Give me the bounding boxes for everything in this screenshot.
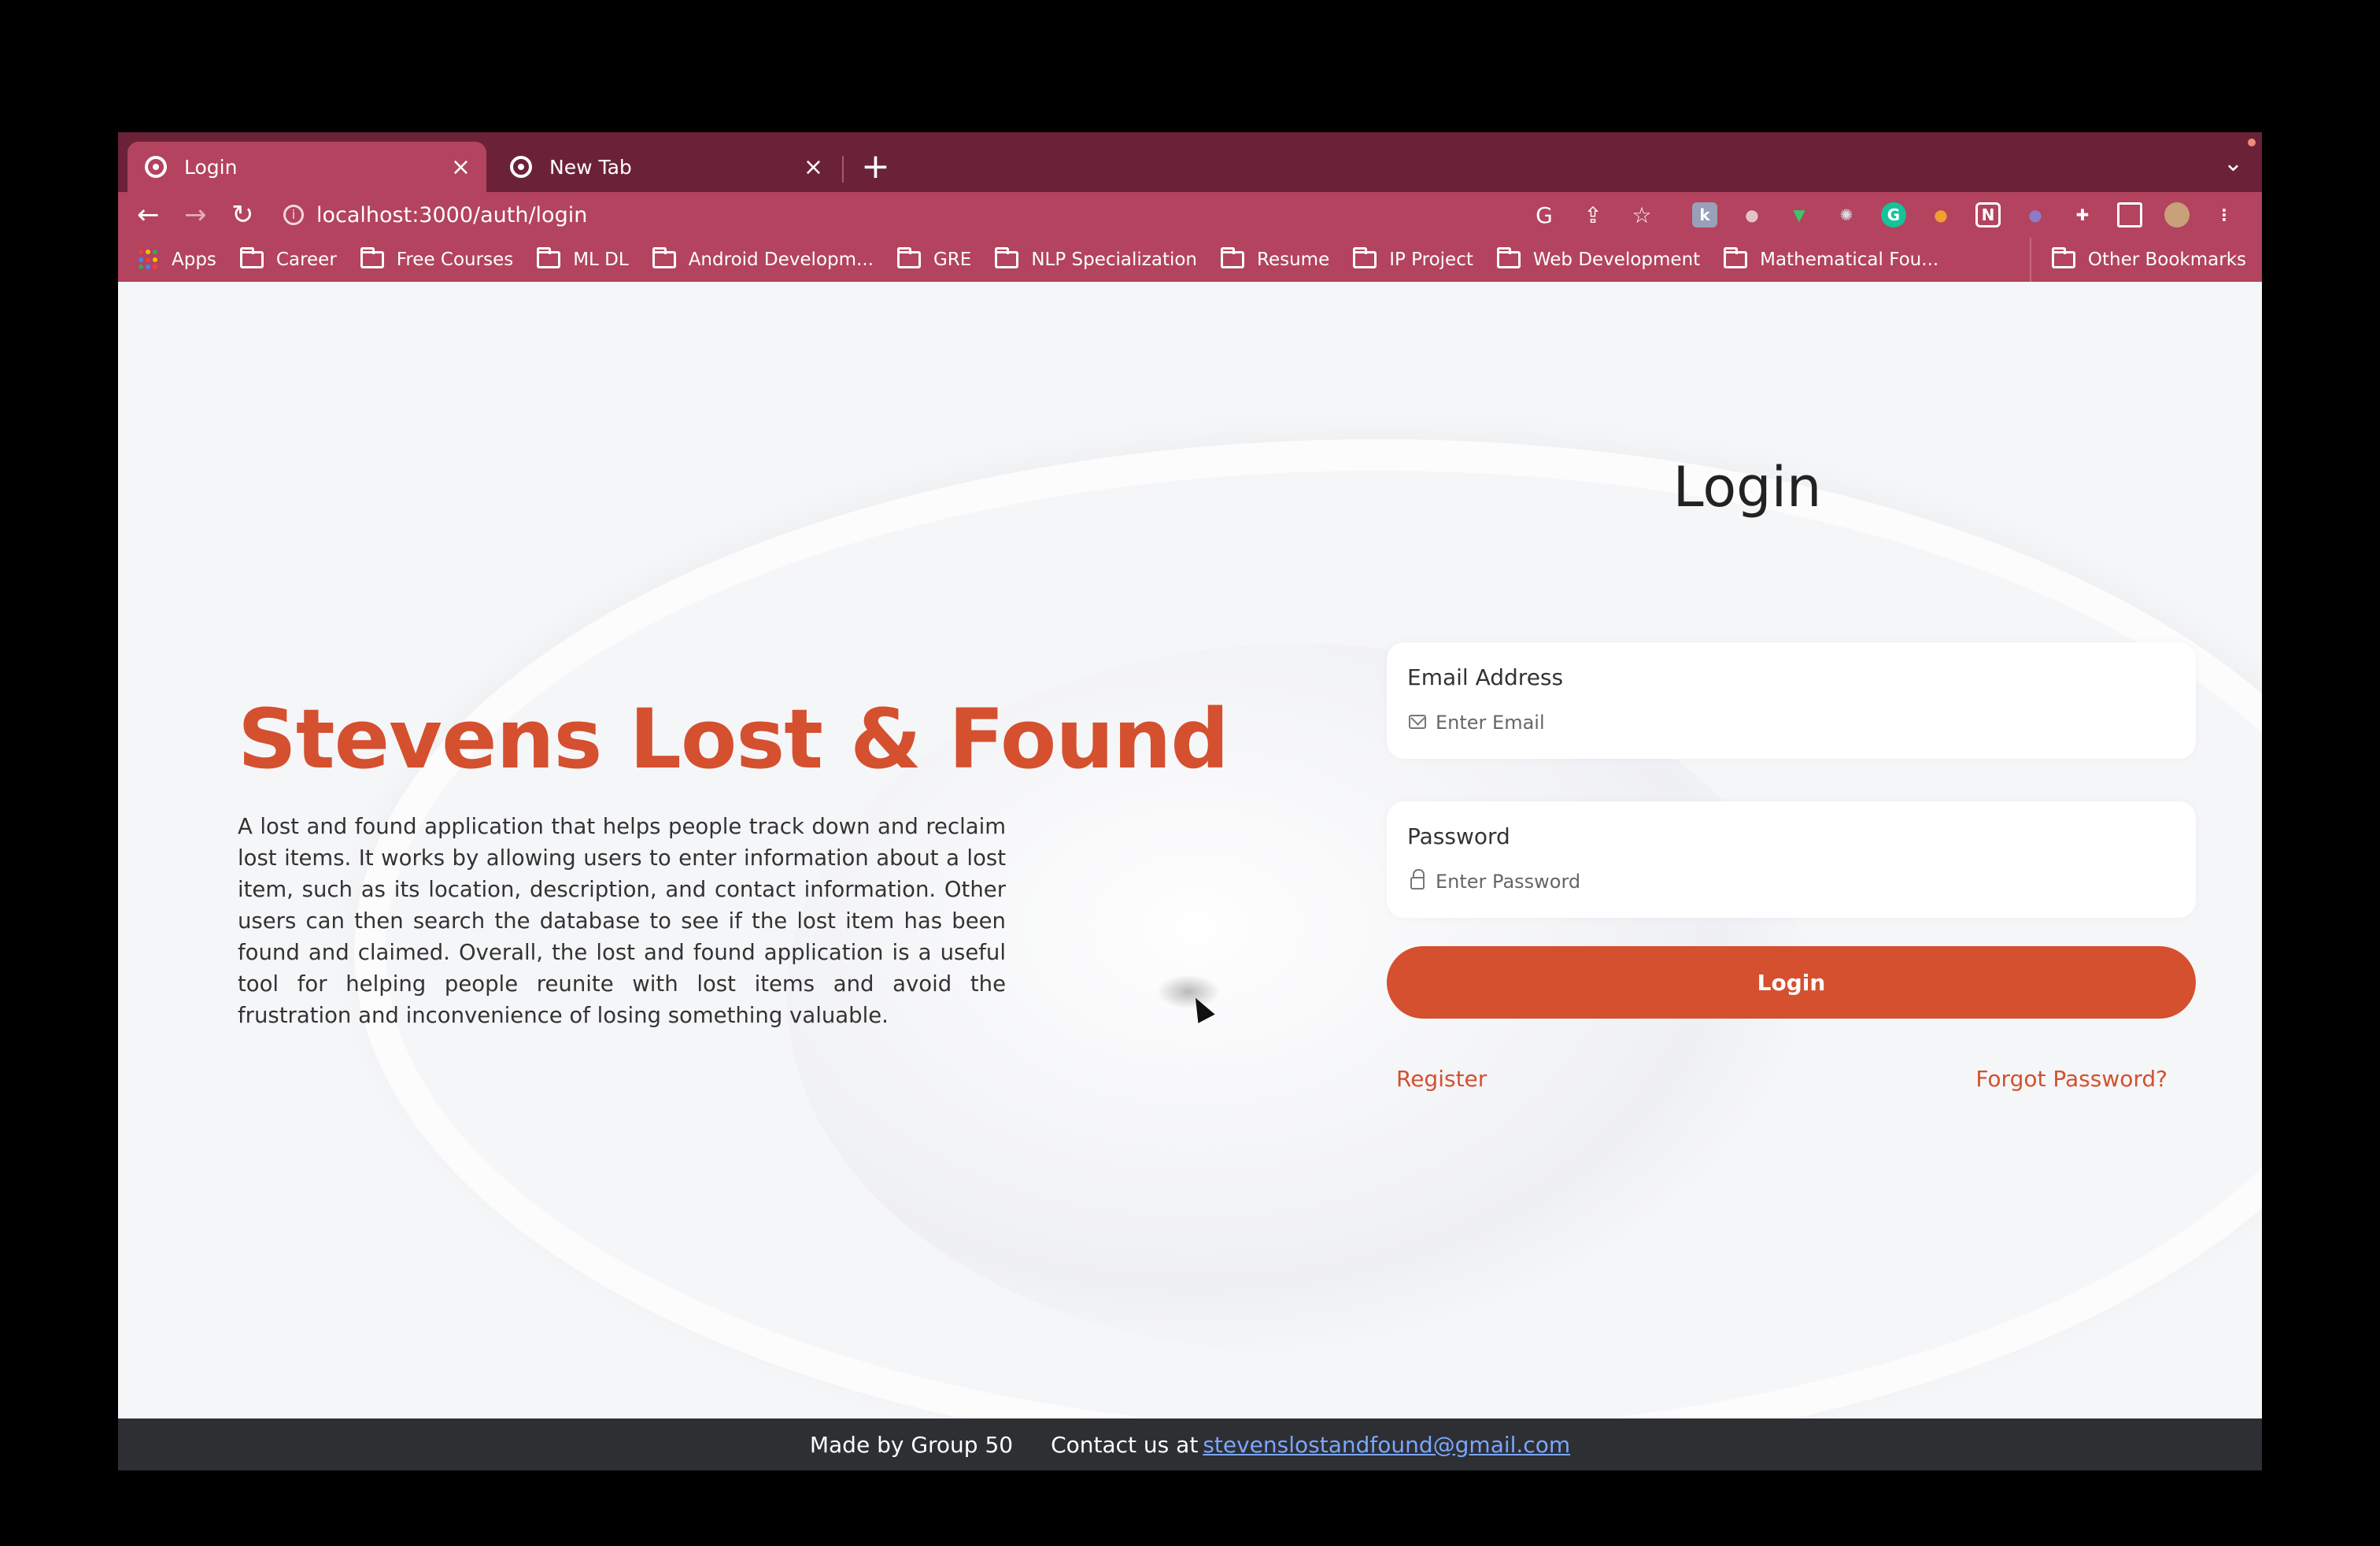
honey-icon[interactable]: ● [1928, 202, 1953, 227]
bookmark-label: Android Developm... [688, 250, 874, 270]
forward-arrow-icon[interactable]: → [184, 198, 207, 231]
bookmark-ml-dl[interactable]: ML DL [537, 247, 629, 270]
other-bookmarks-label: Other Bookmarks [2087, 250, 2246, 270]
bookmark-android[interactable]: Android Developm... [652, 247, 874, 270]
folder-icon [1353, 247, 1377, 268]
bookmark-nlp[interactable]: NLP Specialization [995, 247, 1197, 270]
notion-icon[interactable]: N [1975, 202, 2001, 227]
tab-new-tab[interactable]: New Tab × [493, 142, 839, 192]
footer-email-link[interactable]: stevenslostandfound@gmail.com [1203, 1432, 1570, 1458]
star-bookmark-icon[interactable]: ☆ [1629, 202, 1654, 228]
close-tab-icon[interactable]: × [451, 153, 471, 181]
folder-icon [1724, 247, 1748, 268]
recording-dot-icon [2248, 139, 2256, 146]
url-text[interactable]: localhost:3000/auth/login [316, 203, 587, 227]
other-bookmarks[interactable]: Other Bookmarks [2029, 238, 2246, 282]
puzzle-extensions-icon[interactable]: ✚ [2070, 202, 2095, 227]
lock-icon [1410, 869, 1425, 890]
extensions-bar: k ● ▼ ✺ G ● N ● ✚ ⋮ [1692, 197, 2237, 233]
bookmark-ip-project[interactable]: IP Project [1353, 247, 1473, 270]
bookmark-career[interactable]: Career [239, 247, 337, 270]
bookmark-label: ML DL [573, 250, 629, 270]
email-input[interactable] [1436, 707, 2144, 738]
dark-extension-icon[interactable]: ● [2023, 202, 2048, 227]
bookmark-free-courses[interactable]: Free Courses [360, 247, 514, 270]
bookmark-label: NLP Specialization [1031, 250, 1197, 270]
bookmark-label: Free Courses [396, 250, 514, 270]
share-icon[interactable]: ⇪ [1580, 202, 1606, 228]
bookmark-label: IP Project [1389, 250, 1473, 270]
footer-contact-prefix: Contact us at [1051, 1431, 1199, 1458]
bookmark-web-dev[interactable]: Web Development [1496, 247, 1701, 270]
kebab-menu-icon[interactable]: ⋮ [2212, 202, 2237, 227]
folder-icon [2051, 247, 2075, 268]
globe-icon [145, 156, 167, 178]
profile-avatar[interactable] [2164, 202, 2190, 227]
bookmark-math[interactable]: Mathematical Fou... [1724, 247, 1939, 270]
openai-icon[interactable]: ✺ [1834, 202, 1859, 227]
forgot-password-link[interactable]: Forgot Password? [1314, 1066, 2180, 1092]
chrome-icon [510, 156, 532, 178]
tab-label: Login [184, 155, 238, 179]
login-title: Login [1672, 455, 1822, 520]
side-panel-icon[interactable] [2117, 202, 2142, 227]
tab-separator [842, 156, 844, 183]
hero-title: Stevens Lost & Found [238, 691, 1229, 787]
login-button[interactable]: Login [1387, 946, 2196, 1019]
bookmark-label: Resume [1257, 250, 1330, 270]
tab-label: New Tab [549, 155, 632, 179]
password-field[interactable]: Password [1387, 801, 2196, 918]
new-tab-button[interactable]: + [861, 143, 890, 190]
bookmarks-bar: Apps Career Free Courses ML DL Android D… [118, 238, 2262, 282]
folder-icon [239, 247, 264, 268]
apps-grid-icon [139, 250, 159, 270]
folder-icon [537, 247, 561, 268]
browser-toolbar: ← → ↻ i localhost:3000/auth/login G ⇪ ☆ … [118, 192, 2262, 238]
password-label: Password [1407, 823, 1510, 849]
k-extension-icon[interactable]: k [1692, 202, 1717, 227]
bookmark-label: GRE [933, 250, 972, 270]
email-label: Email Address [1407, 664, 1564, 690]
email-field[interactable]: Email Address [1387, 642, 2196, 759]
tab-login[interactable]: Login × [128, 142, 486, 192]
folder-icon [360, 247, 384, 268]
microphone-icon[interactable]: ● [1739, 202, 1765, 227]
login-form: Login Email Address Password Login Regis… [1314, 455, 2196, 1179]
back-arrow-icon[interactable]: ← [137, 198, 160, 231]
bookmark-label: Web Development [1532, 250, 1701, 270]
hero-description: A lost and found application that helps … [238, 814, 1006, 1028]
bookmark-label: Apps [172, 250, 216, 270]
page-content: Stevens Lost & Found A lost and found ap… [118, 282, 2262, 1418]
footer-made-by: Made by Group 50 [809, 1431, 1014, 1458]
browser-window: Login × New Tab × + ⌄ ← → ↻ i localhost:… [118, 132, 2262, 1470]
bookmark-label: Mathematical Fou... [1760, 250, 1939, 270]
vue-devtools-icon[interactable]: ▼ [1787, 202, 1812, 227]
mail-icon [1409, 715, 1426, 729]
grammarly-icon[interactable]: G [1881, 202, 1906, 227]
bookmark-gre[interactable]: GRE [896, 247, 972, 270]
folder-icon [1221, 247, 1244, 268]
close-tab-icon[interactable]: × [804, 153, 823, 181]
bookmark-label: Career [275, 250, 337, 270]
password-input[interactable] [1436, 866, 2144, 897]
bookmark-resume[interactable]: Resume [1221, 247, 1330, 270]
folder-icon [896, 247, 921, 268]
site-info-icon[interactable]: i [283, 205, 304, 225]
footer: Made by Group 50 Contact us at stevenslo… [118, 1418, 2262, 1470]
bookmark-apps[interactable]: Apps [139, 250, 216, 270]
google-icon[interactable]: G [1532, 202, 1557, 228]
tab-strip: Login × New Tab × + ⌄ [118, 132, 2262, 192]
folder-icon [995, 247, 1019, 268]
omnibox-actions: G ⇪ ☆ [1532, 197, 1654, 233]
tab-search-chevron-icon[interactable]: ⌄ [2223, 150, 2243, 177]
folder-icon [1496, 247, 1521, 268]
folder-icon [652, 247, 676, 268]
reload-icon[interactable]: ↻ [231, 198, 254, 231]
